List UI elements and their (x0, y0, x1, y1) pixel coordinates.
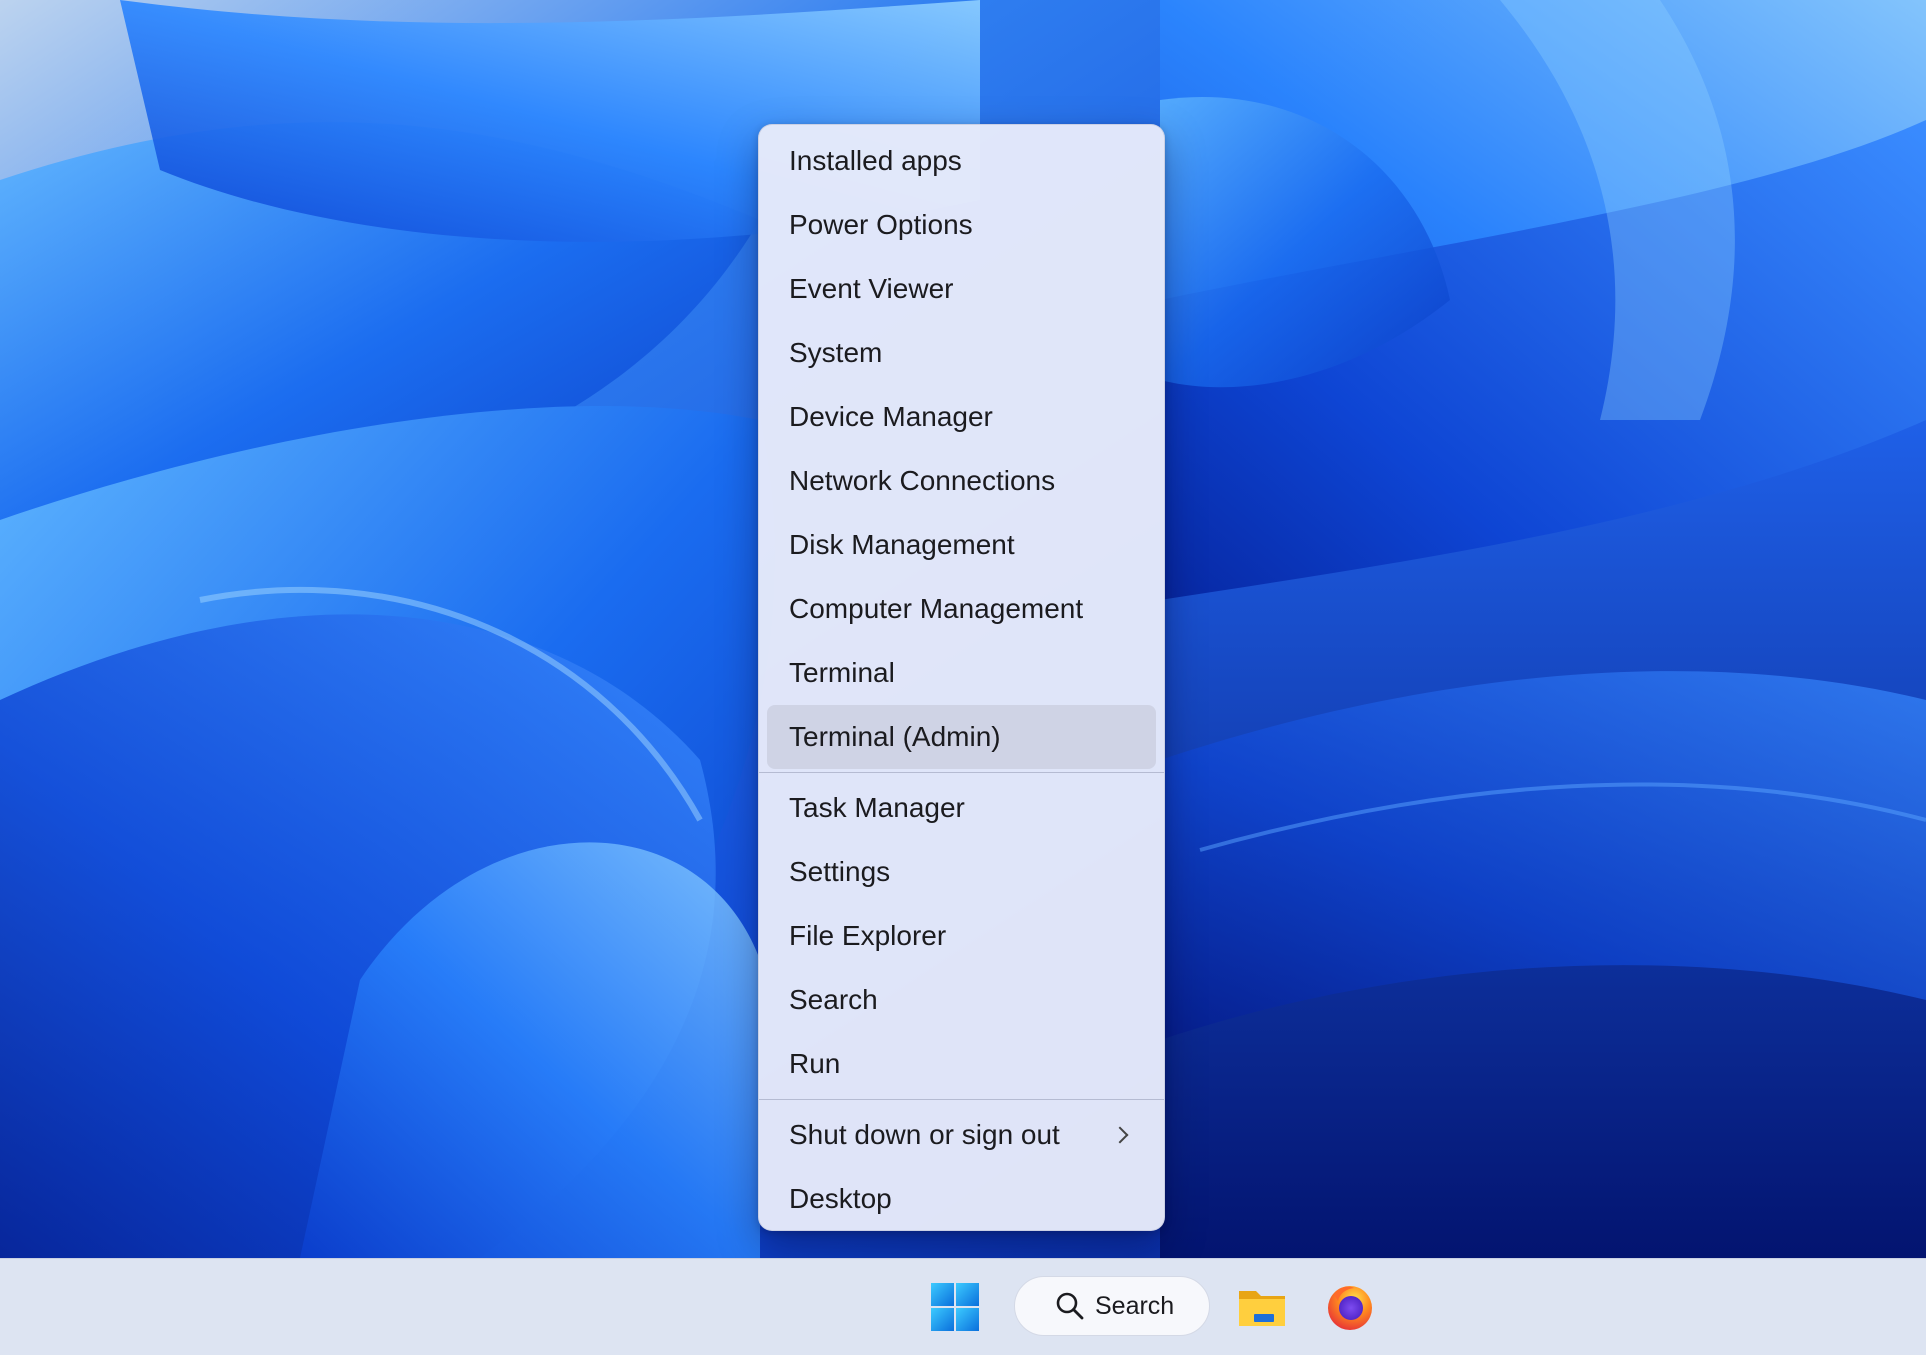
menu-item-settings[interactable]: Settings (767, 840, 1156, 904)
menu-item-label: Task Manager (789, 792, 965, 823)
taskbar-app-file-explorer[interactable] (1236, 1281, 1288, 1333)
menu-item-label: System (789, 337, 883, 368)
menu-item-label: Run (789, 1048, 841, 1079)
desktop[interactable]: Installed apps Power Options Event Viewe… (0, 0, 1926, 1258)
menu-item-network-connections[interactable]: Network Connections (767, 449, 1156, 513)
folder-icon (1239, 1291, 1285, 1326)
menu-item-task-manager[interactable]: Task Manager (767, 776, 1156, 840)
menu-item-power-options[interactable]: Power Options (767, 193, 1156, 257)
menu-item-label: Disk Management (789, 529, 1015, 560)
menu-item-device-manager[interactable]: Device Manager (767, 385, 1156, 449)
chevron-right-icon (1111, 1126, 1129, 1144)
menu-item-label: Power Options (789, 209, 973, 240)
menu-item-label: Installed apps (789, 145, 962, 176)
menu-item-label: Settings (789, 856, 891, 887)
search-icon (1056, 1292, 1084, 1320)
menu-item-search[interactable]: Search (767, 968, 1156, 1032)
menu-item-system[interactable]: System (767, 321, 1156, 385)
start-button[interactable] (929, 1281, 981, 1333)
menu-item-label: Device Manager (789, 401, 993, 432)
menu-item-installed-apps[interactable]: Installed apps (767, 129, 1156, 193)
menu-item-event-viewer[interactable]: Event Viewer (767, 257, 1156, 321)
menu-item-label: Desktop (789, 1183, 892, 1214)
menu-item-label: Computer Management (789, 593, 1084, 624)
search-label: Search (1095, 1291, 1175, 1320)
menu-item-label: Terminal (Admin) (789, 721, 1001, 752)
winx-context-menu: Installed apps Power Options Event Viewe… (758, 124, 1165, 1231)
windows-logo-icon (931, 1283, 979, 1331)
menu-item-terminal[interactable]: Terminal (767, 641, 1156, 705)
menu-item-desktop[interactable]: Desktop (767, 1167, 1156, 1231)
taskbar: Search (0, 1258, 1926, 1355)
menu-group-admin-tools: Installed apps Power Options Event Viewe… (759, 129, 1164, 769)
menu-item-label: Search (789, 984, 878, 1015)
menu-item-label: Event Viewer (789, 273, 954, 304)
firefox-icon (1328, 1286, 1372, 1330)
menu-group-session: Shut down or sign out Desktop (759, 1103, 1164, 1231)
menu-item-label: Network Connections (789, 465, 1056, 496)
menu-separator (759, 1099, 1164, 1100)
menu-item-computer-management[interactable]: Computer Management (767, 577, 1156, 641)
menu-item-terminal-admin[interactable]: Terminal (Admin) (767, 705, 1156, 769)
menu-separator (759, 772, 1164, 773)
menu-item-shut-down-or-sign-out[interactable]: Shut down or sign out (767, 1103, 1156, 1167)
menu-item-run[interactable]: Run (767, 1032, 1156, 1096)
menu-item-label: Shut down or sign out (789, 1119, 1060, 1150)
menu-item-disk-management[interactable]: Disk Management (767, 513, 1156, 577)
menu-item-file-explorer[interactable]: File Explorer (767, 904, 1156, 968)
menu-item-label: Terminal (789, 657, 895, 688)
menu-item-label: File Explorer (789, 920, 947, 951)
taskbar-search-box[interactable]: Search (1014, 1276, 1210, 1336)
taskbar-app-firefox[interactable] (1324, 1281, 1376, 1333)
menu-group-tools: Task Manager Settings File Explorer Sear… (759, 776, 1164, 1096)
